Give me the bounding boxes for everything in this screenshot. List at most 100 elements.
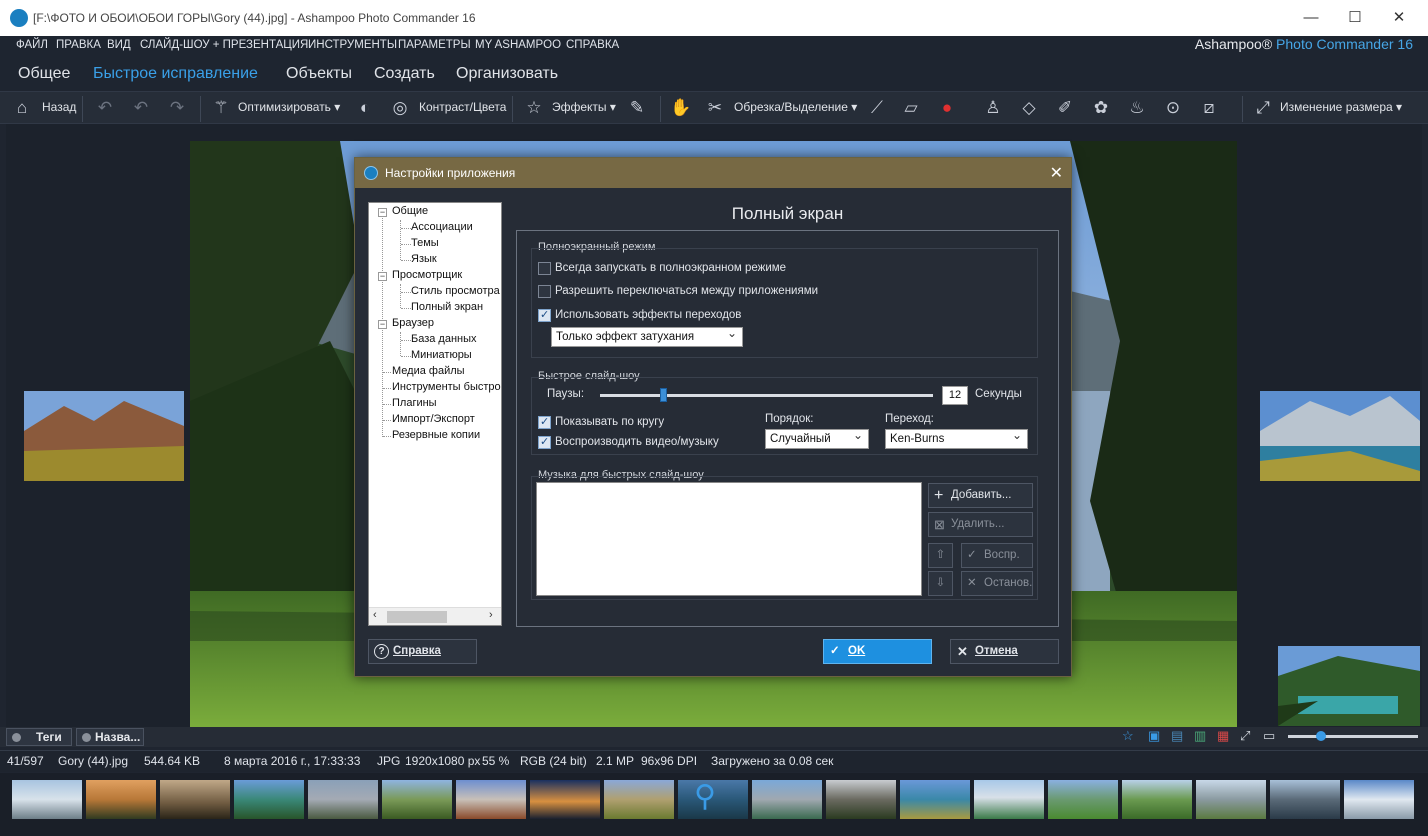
- pause-value-input[interactable]: 12: [942, 386, 968, 405]
- film-thumbnail[interactable]: [752, 780, 822, 819]
- collapse-icon[interactable]: −: [378, 272, 387, 281]
- minimize-button[interactable]: —: [1288, 7, 1334, 29]
- close-window-button[interactable]: ✕: [1376, 7, 1422, 29]
- tree-item-browser[interactable]: Браузер: [392, 317, 434, 329]
- transition-select[interactable]: Ken-Burns: [885, 428, 1028, 449]
- next-next-image-thumbnail[interactable]: [1278, 646, 1420, 726]
- tab-create[interactable]: Создать: [374, 65, 435, 83]
- film-thumbnail[interactable]: [308, 780, 378, 819]
- checkbox-loop[interactable]: [538, 415, 551, 429]
- tree-item-language[interactable]: Язык: [411, 253, 437, 265]
- magic-wand-icon[interactable]: ⚚: [210, 97, 232, 119]
- tab-objects[interactable]: Объекты: [286, 65, 352, 83]
- film-thumbnail[interactable]: [604, 780, 674, 819]
- music-list[interactable]: [536, 482, 922, 596]
- effects-button[interactable]: Эффекты ▾: [552, 100, 616, 114]
- perspective-icon[interactable]: ▱: [900, 97, 922, 119]
- back-button[interactable]: Назад: [42, 100, 76, 114]
- brightness-icon[interactable]: ◐: [354, 97, 376, 119]
- undo-icon[interactable]: ↶: [130, 97, 152, 119]
- checkbox-play-video[interactable]: [538, 435, 551, 449]
- tree-horizontal-scrollbar[interactable]: ‹ ›: [369, 607, 501, 625]
- cancel-button[interactable]: ✕ Отмена: [950, 639, 1059, 664]
- tab-names[interactable]: Назва...: [76, 728, 144, 746]
- brush-icon[interactable]: ✎: [626, 97, 648, 119]
- stop-music-button[interactable]: ✕ Останов.: [961, 571, 1033, 596]
- film-thumbnail[interactable]: [12, 780, 82, 819]
- menu-view[interactable]: ВИД: [107, 39, 131, 51]
- menu-edit[interactable]: ПРАВКА: [56, 39, 101, 51]
- tab-quick-fix[interactable]: Быстрое исправление: [93, 65, 258, 83]
- move-down-button[interactable]: ⇩: [928, 571, 953, 596]
- tree-item-plugins[interactable]: Плагины: [392, 397, 437, 409]
- resize-button[interactable]: Изменение размера ▾: [1280, 100, 1402, 114]
- view-mode-2-icon[interactable]: ▤: [1171, 728, 1183, 744]
- crop-selection-button[interactable]: Обрезка/Выделение ▾: [734, 100, 857, 114]
- zoom-slider-handle[interactable]: [1316, 731, 1326, 741]
- tab-general[interactable]: Общее: [18, 65, 70, 83]
- dialog-close-button[interactable]: ✕: [1050, 163, 1063, 183]
- retouch-person-icon[interactable]: ♙: [982, 97, 1004, 119]
- palette-icon[interactable]: ✿: [1090, 97, 1112, 119]
- film-thumbnail[interactable]: [1344, 780, 1414, 819]
- next-image-thumbnail[interactable]: [1260, 391, 1420, 481]
- pause-slider[interactable]: [600, 394, 933, 397]
- film-thumbnail[interactable]: [530, 780, 600, 819]
- hand-icon[interactable]: ✋: [670, 97, 692, 119]
- zoom-slider[interactable]: [1288, 735, 1418, 738]
- view-mode-3-icon[interactable]: ▥: [1194, 728, 1206, 744]
- effects-stars-icon[interactable]: ☆: [523, 97, 545, 119]
- pause-slider-handle[interactable]: [660, 388, 668, 402]
- resize-icon[interactable]: ⤢: [1252, 97, 1274, 119]
- bandage-icon[interactable]: ⧄: [1198, 97, 1220, 119]
- tab-tags[interactable]: Теги: [6, 728, 72, 746]
- order-select[interactable]: Случайный: [765, 428, 869, 449]
- add-music-button[interactable]: + Добавить...: [928, 483, 1033, 508]
- film-thumbnail[interactable]: [826, 780, 896, 819]
- menu-options[interactable]: ПАРАМЕТРЫ: [398, 39, 471, 51]
- light-icon[interactable]: ♨: [1126, 97, 1148, 119]
- film-thumbnail[interactable]: [234, 780, 304, 819]
- film-thumbnail[interactable]: [160, 780, 230, 819]
- scroll-left-icon[interactable]: ‹: [373, 609, 377, 621]
- contrast-icon[interactable]: ◎: [389, 97, 411, 119]
- tree-item-import-export[interactable]: Импорт/Экспорт: [392, 413, 475, 425]
- red-eye-icon[interactable]: ●: [936, 97, 958, 119]
- tree-item-associations[interactable]: Ассоциации: [411, 221, 473, 233]
- film-thumbnail[interactable]: [1270, 780, 1340, 819]
- tree-item-general[interactable]: Общие: [392, 205, 428, 217]
- tree-item-media-files[interactable]: Медиа файлы: [392, 365, 465, 377]
- tree-item-database[interactable]: База данных: [411, 333, 477, 345]
- tree-item-quick-tools[interactable]: Инструменты быстро: [392, 381, 501, 393]
- tree-item-thumbnails[interactable]: Миниатюры: [411, 349, 472, 361]
- checkbox-use-transitions[interactable]: [538, 308, 551, 322]
- remove-music-button[interactable]: ⊠ Удалить...: [928, 512, 1033, 537]
- tree-item-fullscreen[interactable]: Полный экран: [411, 301, 484, 313]
- transition-effect-select[interactable]: Только эффект затухания: [551, 326, 743, 347]
- pen-icon[interactable]: ✐: [1054, 97, 1076, 119]
- optimize-button[interactable]: Оптимизировать ▾: [238, 100, 340, 114]
- film-thumbnail[interactable]: [382, 780, 452, 819]
- favorite-star-icon[interactable]: ☆: [1122, 728, 1134, 744]
- eraser-icon[interactable]: ◇: [1018, 97, 1040, 119]
- film-thumbnail[interactable]: [86, 780, 156, 819]
- menu-tools[interactable]: ИНСТРУМЕНТЫ: [308, 39, 397, 51]
- tree-item-backups[interactable]: Резервные копии: [392, 429, 480, 441]
- film-thumbnail[interactable]: [900, 780, 970, 819]
- contrast-colors-button[interactable]: Контраст/Цвета: [419, 100, 506, 114]
- collapse-icon[interactable]: −: [378, 320, 387, 329]
- menu-slideshow[interactable]: СЛАЙД-ШОУ + ПРЕЗЕНТАЦИЯ: [140, 39, 308, 51]
- move-up-button[interactable]: ⇧: [928, 543, 953, 568]
- tree-item-themes[interactable]: Темы: [411, 237, 439, 249]
- focus-icon[interactable]: ⊙: [1162, 97, 1184, 119]
- tree-item-view-style[interactable]: Стиль просмотра: [411, 285, 500, 297]
- collapse-icon[interactable]: −: [378, 208, 387, 217]
- scissors-icon[interactable]: ✂: [704, 97, 726, 119]
- redo-icon[interactable]: ↷: [166, 97, 188, 119]
- film-thumbnail[interactable]: [1196, 780, 1266, 819]
- previous-image-thumbnail[interactable]: [24, 391, 184, 481]
- menu-file[interactable]: ФАЙЛ: [16, 39, 48, 51]
- tree-item-viewer[interactable]: Просмотрщик: [392, 269, 462, 281]
- fullscreen-icon[interactable]: ⤢: [1240, 728, 1250, 744]
- film-thumbnail[interactable]: [456, 780, 526, 819]
